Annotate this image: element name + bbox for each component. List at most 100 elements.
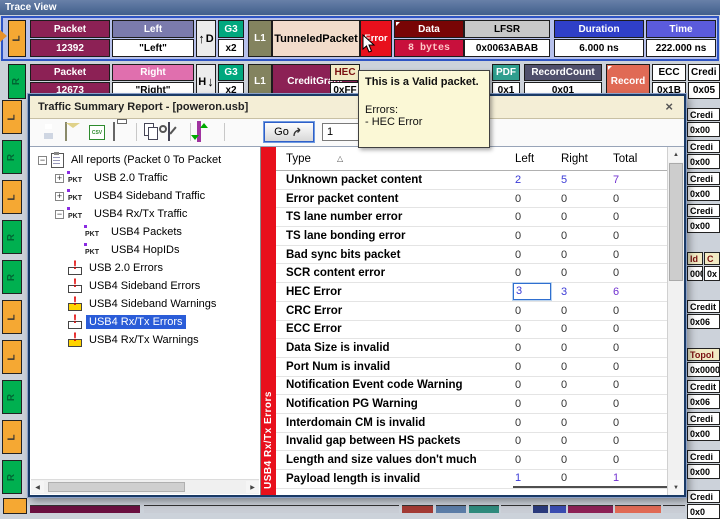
count-cell-total[interactable]: 0 [611,193,667,205]
tree-item[interactable]: −All reports (Packet 0 To Packet [30,151,260,169]
tree-item[interactable]: PKTUSB4 Packets [30,223,260,241]
error-type-cell[interactable]: Invalid gap between HS packets [276,435,513,447]
trace-partial-cell[interactable]: Topol0x0000 [687,348,720,377]
column-header-type[interactable]: Type △ [276,153,513,165]
tree-item[interactable]: PKTUSB4 HopIDs [30,241,260,259]
error-type-cell[interactable]: Notification Event code Warning [276,379,513,391]
count-cell-total[interactable]: 6 [611,286,667,298]
lane-marker-cell[interactable]: L [2,100,22,134]
scroll-down-icon[interactable]: ▼ [668,480,684,495]
tree-item[interactable]: −PKTUSB4 Rx/Tx Traffic [30,205,260,223]
scroll-right-icon[interactable]: ▶ [246,481,259,493]
lane-marker-cell[interactable]: L [2,180,22,214]
count-cell-total[interactable]: 0 [611,305,667,317]
lane-marker-cell[interactable]: R [8,64,26,99]
count-cell-left[interactable]: 1 [513,470,559,488]
table-row[interactable]: HEC Error336 [276,283,684,302]
count-cell-left[interactable]: 0 [513,249,559,261]
count-cell-right[interactable]: 0 [559,211,611,223]
tree-item[interactable]: USB4 Rx/Tx Warnings [30,331,260,349]
count-cell-right[interactable]: 0 [559,379,611,391]
count-cell-total[interactable]: 0 [611,435,667,447]
save-icon[interactable] [40,123,58,141]
trace-partial-cell[interactable]: Credi0x00 [687,108,720,137]
count-cell-total[interactable]: 7 [611,174,667,186]
tree-item[interactable]: USB 2.0 Errors [30,259,260,277]
count-cell-total[interactable]: 0 [611,342,667,354]
count-cell-right[interactable]: 0 [559,267,611,279]
count-cell-right[interactable]: 5 [559,174,611,186]
tree-expander[interactable]: − [55,210,64,219]
count-cell-left[interactable]: 0 [513,305,559,317]
table-row[interactable]: SCR content error000 [276,264,684,283]
table-row[interactable]: Data Size is invalid000 [276,339,684,358]
tree-expander[interactable]: − [38,156,47,165]
lane-marker-cell[interactable]: R [2,380,22,414]
count-cell-total[interactable]: 0 [611,323,667,335]
trace-partial-cell[interactable]: Credit0x06 [687,380,720,409]
error-type-cell[interactable]: CRC Error [276,305,513,317]
table-row[interactable]: Notification PG Warning000 [276,395,684,414]
window-titlebar[interactable]: Traffic Summary Report - [poweron.usb] × [30,96,684,119]
error-type-cell[interactable]: Data Size is invalid [276,342,513,354]
count-cell-total[interactable]: 0 [611,398,667,410]
count-cell-right[interactable]: 0 [559,342,611,354]
lane-marker-cell[interactable]: L [8,20,26,57]
layer-cell[interactable]: L1 [248,20,272,57]
trace-partial-cell[interactable]: Credit0x06 [687,300,720,329]
table-vertical-scrollbar[interactable]: ▲ ▼ [667,147,684,495]
error-type-cell[interactable]: Notification PG Warning [276,398,513,410]
count-cell-left[interactable]: 0 [513,342,559,354]
close-icon[interactable]: × [662,100,676,114]
table-row[interactable]: Invalid gap between HS packets000 [276,433,684,452]
error-type-cell[interactable]: Error packet content [276,193,513,205]
error-type-cell[interactable]: TS lane bonding error [276,230,513,242]
table-row[interactable]: TS lane number error000 [276,208,684,227]
error-type-cell[interactable]: Unknown packet content [276,174,513,186]
count-cell-right[interactable]: 0 [559,470,611,488]
count-cell-total[interactable]: 1 [611,470,667,488]
count-cell-left[interactable]: 0 [513,379,559,391]
count-cell-total[interactable]: 0 [611,230,667,242]
count-cell-right[interactable]: 0 [559,230,611,242]
error-type-cell[interactable]: Bad sync bits packet [276,249,513,261]
lane-marker-cell[interactable]: L [2,340,22,374]
tree-item[interactable]: USB4 Sideband Errors [30,277,260,295]
settings-icon[interactable] [166,123,184,141]
count-cell-right[interactable]: 0 [559,454,611,466]
count-cell-left[interactable]: 0 [513,193,559,205]
count-cell-left[interactable]: 0 [513,230,559,242]
lfsr-cell[interactable]: LFSR 0x0063ABAB [464,20,550,57]
count-cell-left[interactable]: 0 [513,361,559,373]
error-type-cell[interactable]: HEC Error [276,286,513,298]
count-cell-right[interactable]: 0 [559,417,611,429]
tree-horizontal-scrollbar[interactable]: ◀ ▶ [31,479,259,494]
credit-cell[interactable]: Credi 0x05 [688,64,720,99]
table-row[interactable]: Payload length is invalid101 [276,470,684,489]
tree-item[interactable]: USB4 Sideband Warnings [30,295,260,313]
scrollbar-thumb[interactable] [48,482,185,492]
packet-number-cell[interactable]: Packet 12392 [30,20,110,57]
table-row[interactable]: TS lane bonding error000 [276,227,684,246]
table-row[interactable]: Length and size values don't much000 [276,451,684,470]
count-cell-left[interactable]: 0 [513,417,559,429]
error-type-cell[interactable]: Payload length is invalid [276,473,513,485]
scroll-left-icon[interactable]: ◀ [31,481,44,493]
trace-partial-cell[interactable]: Credi0x00 [687,172,720,201]
count-cell-total[interactable]: 0 [611,417,667,429]
count-cell-right[interactable]: 0 [559,249,611,261]
export-csv-icon[interactable]: CSV [88,123,106,141]
count-cell-total[interactable]: 0 [611,379,667,391]
table-row[interactable]: Port Num is invalid000 [276,358,684,377]
count-cell-left[interactable]: 0 [513,267,559,279]
count-cell-left[interactable]: 0 [513,398,559,410]
lane-marker-cell[interactable]: R [2,460,22,494]
tree-item[interactable]: +PKTUSB4 Sideband Traffic [30,187,260,205]
go-button[interactable]: Go [264,122,314,142]
lane-marker-cell[interactable]: L [2,300,22,334]
table-row[interactable]: Interdomain CM is invalid000 [276,414,684,433]
trace-partial-cell[interactable]: Credi0x00 [687,412,720,441]
tree-item[interactable]: +PKTUSB 2.0 Traffic [30,169,260,187]
print-icon[interactable] [112,123,130,141]
email-icon[interactable] [64,123,82,141]
